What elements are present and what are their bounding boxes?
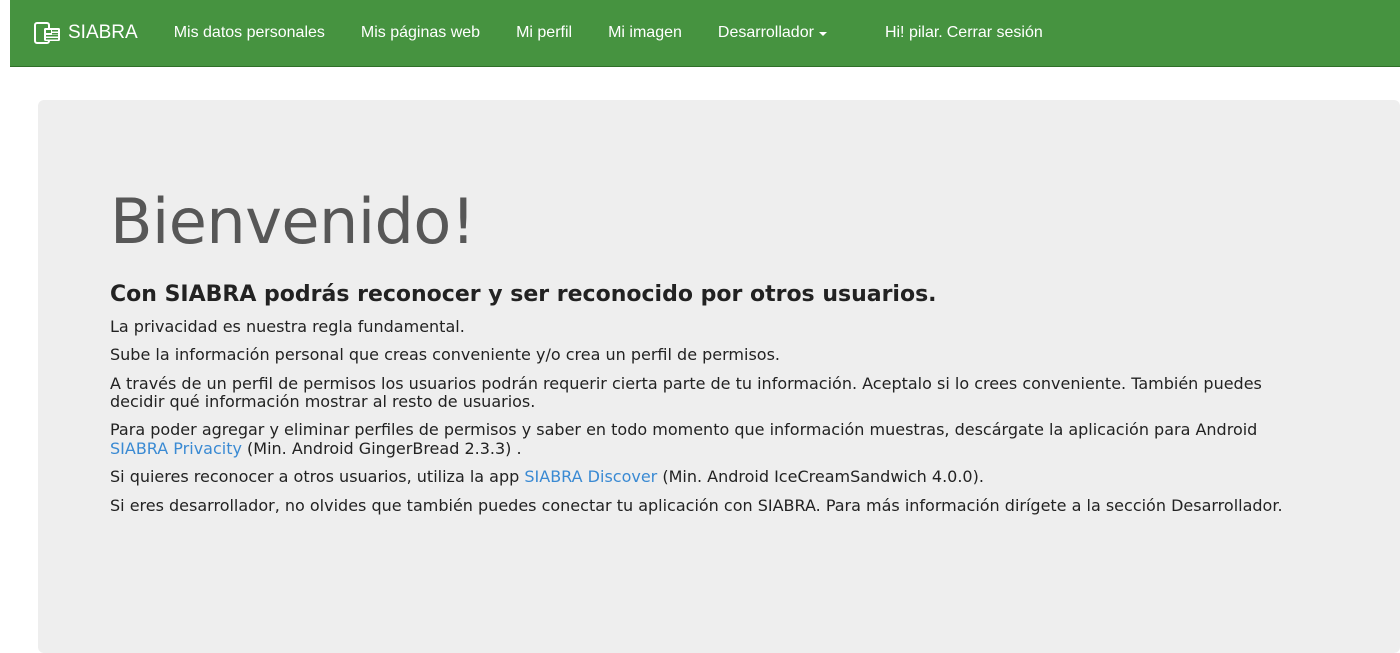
welcome-subtitle: Con SIABRA podrás reconocer y ser recono…	[110, 282, 937, 308]
privacity-text-after: (Min. Android GingerBread 2.3.3) .	[241, 438, 522, 458]
discover-text-before: Si quieres reconocer a otros usuarios, u…	[110, 467, 525, 487]
page-title: Bienvenido!	[110, 185, 476, 258]
caret-down-icon	[818, 32, 827, 36]
brand-link[interactable]: SIABRA	[10, 0, 138, 66]
siabra-logo-icon	[34, 22, 60, 44]
developer-paragraph: Si eres desarrollador, no olvides que ta…	[110, 495, 1283, 515]
discover-text-after: (Min. Android IceCreamSandwich 4.0.0).	[657, 467, 984, 487]
siabra-privacity-link[interactable]: SIABRA Privacity	[110, 439, 242, 458]
privacity-text-before: Para poder agregar y eliminar perfiles d…	[110, 420, 1258, 440]
user-greeting: Hi! pilar.	[884, 24, 943, 41]
brand-name: SIABRA	[68, 22, 138, 43]
top-navbar: SIABRA Mis datos personales Mis páginas …	[10, 0, 1400, 67]
upload-info-paragraph: Sube la información personal que creas c…	[110, 345, 780, 365]
siabra-discover-link[interactable]: SIABRA Discover	[524, 467, 657, 486]
nav-desarrollador-dropdown[interactable]: Desarrollador	[700, 0, 845, 66]
discover-app-paragraph: Si quieres reconocer a otros usuarios, u…	[110, 467, 1320, 487]
nav-mi-imagen[interactable]: Mi imagen	[590, 0, 700, 66]
privacy-paragraph: La privacidad es nuestra regla fundament…	[110, 316, 465, 336]
nav-mi-perfil[interactable]: Mi perfil	[498, 0, 590, 66]
nav-mis-paginas-web[interactable]: Mis páginas web	[343, 0, 498, 66]
permissions-paragraph: A través de un perfil de permisos los us…	[110, 373, 1262, 411]
logout-link[interactable]: Cerrar sesión	[947, 24, 1043, 42]
privacity-app-paragraph: Para poder agregar y eliminar perfiles d…	[110, 421, 1320, 458]
nav-mis-datos-personales[interactable]: Mis datos personales	[166, 0, 343, 66]
user-area: Hi! pilar. Cerrar sesión	[885, 0, 1043, 66]
nav-desarrollador-label: Desarrollador	[717, 24, 814, 41]
welcome-jumbotron: Bienvenido! Con SIABRA podrás reconocer …	[38, 100, 1400, 653]
